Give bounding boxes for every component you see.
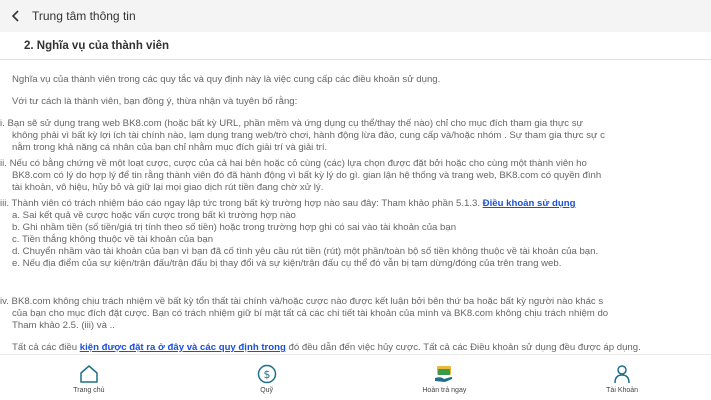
home-icon	[80, 364, 98, 383]
sub-item-e: e. Nếu địa điểm của sự kiện/trận đấu/trậ…	[12, 258, 562, 269]
section-title: 2. Nghĩa vụ của thành viên	[24, 39, 170, 52]
final-text-pre: Tất cả các điều	[12, 342, 78, 353]
top-bar: Trung tâm thông tin	[0, 0, 711, 32]
nav-rebate[interactable]: Hoàn trả ngay	[384, 355, 504, 400]
sub-item-c: c. Tiền thắng không thuộc về tài khoản c…	[12, 234, 214, 245]
item-iv-line-3: Tham khảo 2.5. (iii) và ..	[12, 320, 115, 331]
item-iii-text: iii. Thành viên có trách nhiệm báo cáo n…	[0, 198, 480, 209]
sub-item-b: b. Ghi nhầm tiền (số tiền/giá trị tính t…	[12, 222, 457, 233]
item-iv-line-2: của bạn cho mục đích đặt cược. Bạn có tr…	[12, 308, 609, 319]
item-iii-line: iii. Thành viên có trách nhiệm báo cáo n…	[0, 198, 575, 210]
nav-rebate-label: Hoàn trả ngay	[422, 386, 467, 394]
user-icon	[614, 364, 630, 383]
content-body: Nghĩa vụ của thành viên trong các quy tắ…	[0, 62, 711, 354]
item-i-line-1: i. Bạn sẽ sử dụng trang web BK8.com (hoặ…	[0, 118, 583, 129]
final-line: Tất cả các điều kiện được đặt ra ở đây v…	[12, 342, 641, 354]
bottom-nav: Trang chủ $ Quỹ Hoàn trả ngay Tài Khoản	[0, 354, 711, 400]
terms-of-use-link[interactable]: Điều khoản sử dụng	[483, 198, 576, 209]
nav-fund[interactable]: $ Quỹ	[207, 355, 327, 400]
dollar-coin-icon: $	[257, 364, 276, 383]
nav-fund-label: Quỹ	[260, 386, 274, 394]
back-button[interactable]	[4, 4, 28, 28]
agree-text: Với tư cách là thành viên, bạn đồng ý, t…	[12, 96, 298, 107]
nav-home-label: Trang chủ	[73, 386, 105, 394]
sub-item-a: a. Sai kết quả về cược hoặc vấn cược tro…	[12, 210, 296, 221]
sub-item-d: d. Chuyển nhầm vào tài khoản của bạn vì …	[12, 246, 599, 257]
nav-account-label: Tài Khoản	[606, 386, 639, 394]
nav-account[interactable]: Tài Khoản	[562, 355, 682, 400]
intro-text: Nghĩa vụ của thành viên trong các quy tắ…	[12, 74, 441, 85]
item-ii-line-2: BK8.com có lý do hợp lý để tin rằng thàn…	[12, 170, 602, 181]
final-text-post: đó đều dẫn đến việc hủy cược. Tất cả các…	[288, 342, 641, 353]
item-i-line-3: nằm trong khả năng cá nhân của bạn chỉ n…	[12, 142, 328, 153]
item-ii-line-1: ii. Nếu có bằng chứng về một loạt cược, …	[0, 158, 587, 169]
item-ii-line-3: tài khoản, vô hiệu, hủy bỏ và giữ lại mọ…	[12, 182, 324, 193]
item-iv-line-1: iv. BK8.com không chịu trách nhiệm về bấ…	[0, 296, 604, 307]
nav-home[interactable]: Trang chủ	[29, 355, 149, 400]
terms-conditions-link[interactable]: kiện được đặt ra ở đây và các quy định t…	[80, 342, 286, 353]
item-i-line-2: không phải vì bất kỳ lợi ích tài chính n…	[12, 130, 605, 141]
money-hand-icon	[435, 365, 453, 382]
chevron-left-icon	[11, 10, 19, 22]
section-header: 2. Nghĩa vụ của thành viên	[0, 32, 711, 60]
page-title: Trung tâm thông tin	[32, 9, 136, 23]
svg-text:$: $	[263, 368, 270, 381]
